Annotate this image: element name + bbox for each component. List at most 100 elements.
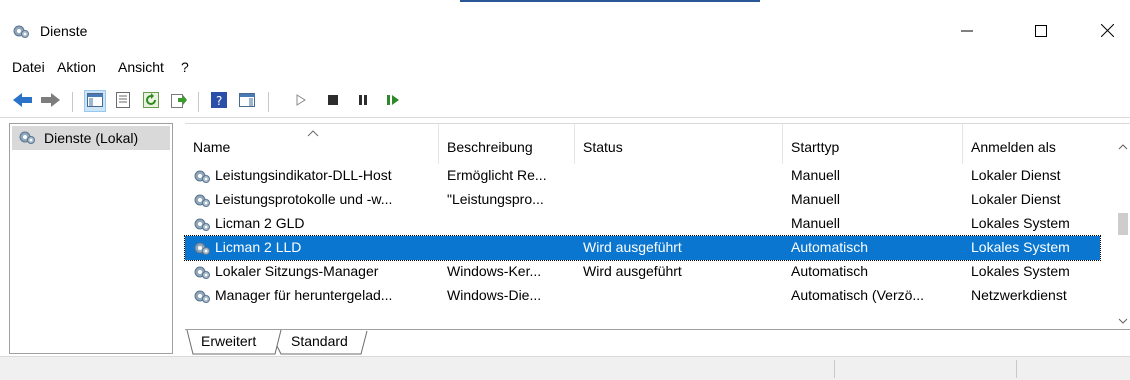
table-row[interactable]: Leistungsindikator-DLL-Host Ermöglicht R… [185, 164, 1100, 188]
scroll-up-icon[interactable] [1118, 137, 1128, 153]
menu-datei[interactable]: Datei [12, 59, 45, 75]
menu-bar: Datei Aktion Ansicht ? [0, 54, 1130, 82]
table-row-selected[interactable]: Licman 2 LLD Wird ausgeführt Automatisch… [184, 235, 1101, 261]
service-gear-icon [193, 239, 211, 257]
show-hide-console-tree-icon [87, 92, 103, 110]
column-header-name[interactable]: Name [185, 124, 439, 164]
scrollbar-thumb[interactable] [1118, 213, 1128, 235]
refresh-icon [143, 91, 159, 111]
cell-startup-type: Automatisch [791, 239, 869, 255]
title-bar: Dienste [0, 0, 1130, 54]
tab-erweitert[interactable]: Erweitert [201, 330, 256, 354]
status-divider [834, 360, 835, 378]
cell-logon-as: Lokales System [971, 263, 1070, 279]
vertical-scrollbar[interactable] [1116, 123, 1130, 329]
column-header-logon-as[interactable]: Anmelden als [963, 124, 1100, 164]
table-row[interactable]: Lokaler Sitzungs-Manager Windows-Ker... … [185, 260, 1100, 284]
console-tree: Dienste (Lokal) [9, 123, 173, 354]
service-gear-icon [193, 215, 211, 233]
column-header-label: Starttyp [791, 139, 840, 155]
resume-service-icon [386, 93, 400, 109]
table-row[interactable]: Licman 2 GLD Manuell Lokales System [185, 212, 1100, 236]
column-header-startup-type[interactable]: Starttyp [783, 124, 963, 164]
services-gear-icon [18, 128, 36, 149]
scroll-down-icon[interactable] [1118, 311, 1128, 327]
view-tabs: Erweitert Standard [185, 329, 1130, 355]
cell-description: "Leistungspro... [447, 191, 544, 207]
cell-startup-type: Manuell [791, 167, 841, 183]
menu-aktion[interactable]: Aktion [57, 59, 96, 75]
sort-ascending-icon [307, 124, 319, 140]
tree-item-services-local[interactable]: Dienste (Lokal) [12, 126, 170, 150]
show-hide-action-pane-icon [239, 92, 255, 110]
window-title: Dienste [40, 23, 88, 39]
cell-logon-as: Lokales System [971, 215, 1070, 231]
export-list-icon [171, 92, 187, 111]
cell-name: Leistungsprotokolle und -w... [215, 191, 393, 207]
service-gear-icon [193, 167, 211, 185]
close-button[interactable] [1084, 14, 1130, 50]
maximize-button[interactable] [1018, 14, 1064, 50]
back-button[interactable] [12, 90, 34, 112]
show-hide-console-tree-button[interactable] [84, 90, 106, 112]
column-header-description[interactable]: Beschreibung [439, 124, 575, 164]
pause-service-button[interactable] [352, 90, 374, 112]
cell-name: Licman 2 GLD [215, 215, 305, 231]
toolbar-separator [198, 92, 199, 112]
cell-name: Manager für heruntergelad... [215, 287, 393, 303]
cell-description: Ermöglicht Re... [447, 167, 547, 183]
service-gear-icon [193, 263, 211, 281]
back-icon [13, 92, 33, 111]
start-service-button[interactable] [290, 90, 312, 112]
cell-startup-type: Manuell [791, 215, 841, 231]
status-divider [1016, 360, 1017, 378]
cell-description: Windows-Ker... [447, 263, 542, 279]
cell-description: Windows-Die... [447, 287, 542, 303]
menu-help[interactable]: ? [181, 59, 189, 75]
toolbar-separator [72, 92, 73, 112]
start-service-icon [295, 93, 307, 109]
cell-logon-as: Netzwerkdienst [971, 287, 1067, 303]
table-row[interactable]: Leistungsprotokolle und -w... "Leistungs… [185, 188, 1100, 212]
cell-startup-type: Automatisch (Verzö... [791, 287, 925, 303]
column-header-label: Anmelden als [971, 139, 1056, 155]
tree-item-label: Dienste (Lokal) [44, 130, 139, 146]
column-header-label: Status [583, 139, 623, 155]
service-gear-icon [193, 191, 211, 209]
cell-logon-as: Lokaler Dienst [971, 167, 1061, 183]
cell-startup-type: Manuell [791, 191, 841, 207]
properties-button[interactable] [112, 90, 134, 112]
cell-status: Wird ausgeführt [583, 239, 682, 255]
service-gear-icon [193, 287, 211, 305]
toolbar-separator [268, 92, 269, 112]
tab-standard[interactable]: Standard [291, 330, 348, 354]
titlebar-accent-line [460, 0, 760, 2]
minimize-button[interactable] [944, 14, 990, 50]
cell-logon-as: Lokales System [971, 239, 1070, 255]
cell-name: Lokaler Sitzungs-Manager [215, 263, 379, 279]
help-button[interactable]: ? [208, 90, 230, 112]
column-header-status[interactable]: Status [575, 124, 783, 164]
services-list: Name Beschreibung Status Starttyp Anmeld… [184, 123, 1130, 329]
status-bar [0, 356, 1130, 380]
column-header-label: Name [193, 139, 231, 155]
show-hide-action-pane-button[interactable] [236, 90, 258, 112]
menu-ansicht[interactable]: Ansicht [118, 59, 164, 75]
column-header-label: Beschreibung [447, 139, 533, 155]
cell-name: Leistungsindikator-DLL-Host [215, 167, 392, 183]
stop-service-icon [327, 93, 339, 109]
export-list-button[interactable] [168, 90, 190, 112]
resume-service-button[interactable] [382, 90, 404, 112]
services-gear-icon [12, 22, 30, 40]
forward-icon [41, 92, 61, 111]
pause-service-icon [357, 93, 369, 109]
maximize-icon [1035, 24, 1047, 40]
forward-button[interactable] [40, 90, 62, 112]
stop-service-button[interactable] [322, 90, 344, 112]
help-icon: ? [211, 91, 227, 111]
refresh-button[interactable] [140, 90, 162, 112]
cell-status: Wird ausgeführt [583, 263, 682, 279]
table-row[interactable]: Manager für heruntergelad... Windows-Die… [185, 284, 1100, 308]
toolbar: ? [0, 86, 1130, 118]
close-icon [1100, 23, 1114, 40]
